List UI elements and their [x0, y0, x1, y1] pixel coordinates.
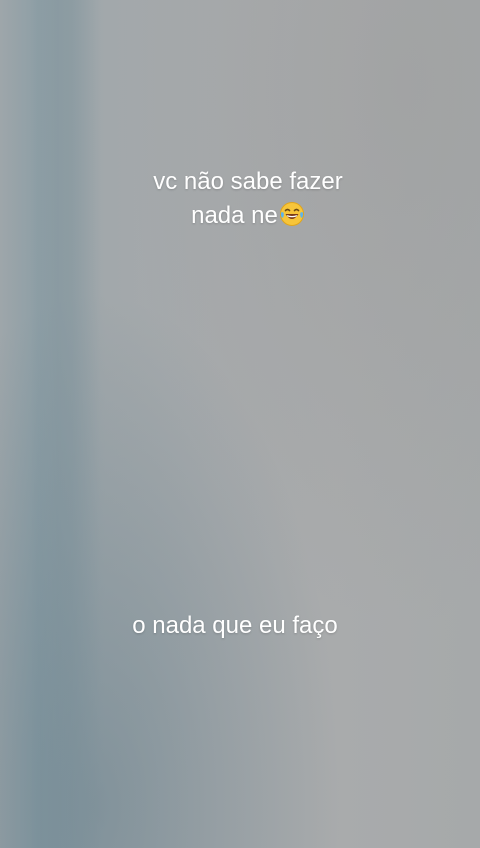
caption-top: vc não sabe fazer nada ne	[0, 165, 480, 233]
caption-top-line-1: vc não sabe fazer	[153, 168, 343, 195]
laughing-tears-emoji-icon	[279, 202, 304, 226]
background-streak	[30, 0, 100, 848]
caption-top-line-2: nada ne	[191, 202, 278, 229]
caption-bottom: o nada que eu faço	[132, 612, 338, 639]
caption-top-line-2-wrapper: nada ne	[0, 199, 480, 233]
